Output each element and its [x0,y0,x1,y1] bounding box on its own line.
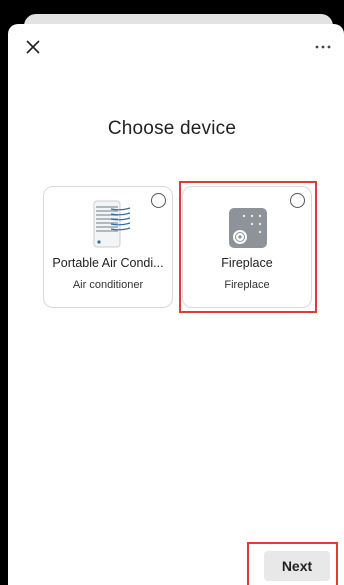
device-radio[interactable] [151,193,166,208]
device-name: Portable Air Condi... [52,256,164,270]
device-name: Fireplace [221,256,273,270]
device-card-fireplace[interactable]: Fireplace Fireplace [182,186,312,308]
close-button[interactable] [24,38,42,56]
more-options-button[interactable] [312,40,334,54]
device-radio[interactable] [290,193,305,208]
device-type: Fireplace [224,279,270,291]
device-type: Air conditioner [72,279,144,291]
air-conditioner-icon [93,200,131,248]
device-card-air-conditioner[interactable]: Portable Air Condi... Air conditioner [43,186,173,308]
page-title: Choose device [107,118,237,139]
fireplace-icon [229,208,267,248]
close-icon [26,40,40,54]
more-options-icon [315,45,331,49]
next-button[interactable]: Next [264,551,330,581]
